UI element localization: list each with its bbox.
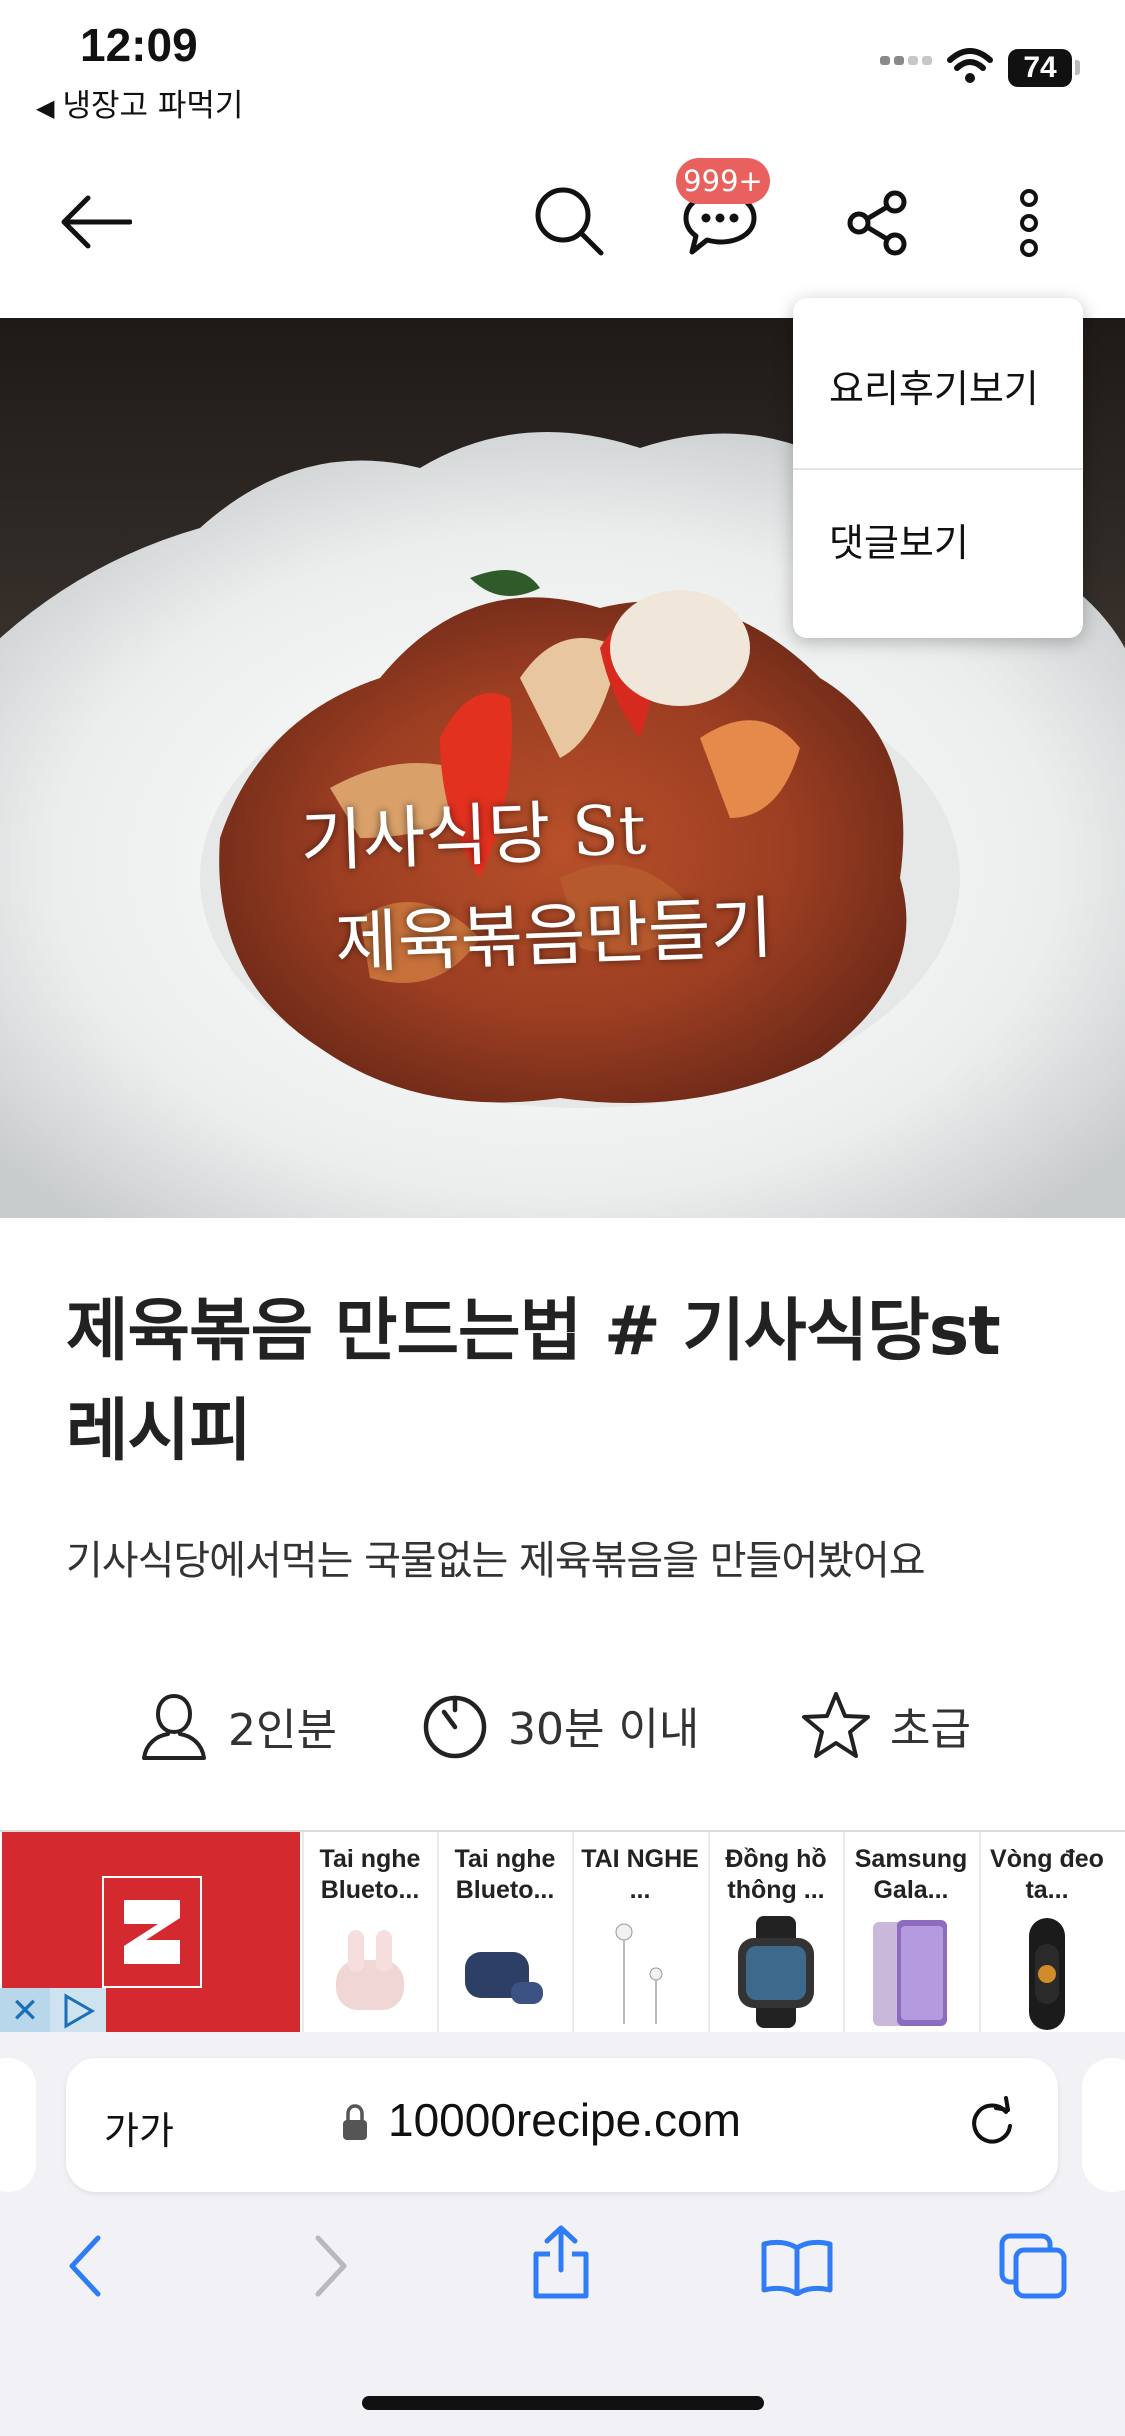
cellular-signal-icon — [880, 56, 932, 65]
ad-product-label: Tai nghe Blueto... — [454, 1845, 556, 1904]
ad-product-4[interactable]: Đồng hồ thông ... — [708, 1832, 842, 2034]
ad-close-icon[interactable]: ✕ — [0, 1988, 50, 2034]
ad-product-5[interactable]: Samsung Gala... — [843, 1832, 977, 2034]
ad-product-3[interactable]: TAI NGHE ... — [572, 1832, 706, 2034]
battery-icon: 74 — [1008, 49, 1072, 87]
menu-item-comments[interactable]: 댓글보기 — [829, 512, 969, 567]
recipe-title: 제육볶음 만드는법 # 기사식당st 레시피 — [66, 1292, 1001, 1471]
ad-product-label: Đồng hồ thông ... — [725, 1845, 827, 1904]
status-time: 12:09 — [80, 19, 198, 71]
battery-cap — [1075, 60, 1080, 75]
share-icon[interactable] — [845, 190, 911, 256]
timer-icon — [423, 1695, 487, 1759]
lock-icon — [343, 2104, 367, 2140]
wired-earphones-image — [615, 1923, 663, 2024]
wifi-icon — [947, 48, 993, 83]
ad-logo-mark — [102, 1876, 202, 1988]
back-to-app-link[interactable]: ◀ 냉장고 파먹기 — [36, 80, 243, 125]
back-arrow-icon[interactable] — [60, 192, 132, 252]
earbuds-pink-image — [336, 1930, 404, 2010]
bookmarks-icon[interactable] — [760, 2238, 834, 2296]
fitness-band-image — [1029, 1918, 1065, 2030]
share-sheet-icon[interactable] — [530, 2224, 592, 2300]
search-icon[interactable] — [533, 185, 605, 257]
tabs-icon[interactable] — [998, 2232, 1070, 2300]
star-icon — [802, 1692, 870, 1758]
ad-product-6[interactable]: Vòng đeo ta... — [979, 1832, 1113, 2034]
overflow-menu: 요리후기보기 댓글보기 — [793, 298, 1083, 638]
back-triangle-icon: ◀ — [36, 94, 55, 122]
ad-product-label: Tai nghe Blueto... — [319, 1845, 421, 1904]
more-vertical-icon[interactable] — [1016, 188, 1042, 258]
ad-banner[interactable]: Tai nghe Blueto... Tai nghe Blueto... TA… — [0, 1830, 1125, 2036]
difficulty-info: 초급 — [800, 1690, 971, 1760]
ad-product-2[interactable]: Tai nghe Blueto... — [437, 1832, 571, 2034]
hero-overlay-line1: 기사식당 St — [298, 790, 648, 883]
url-text[interactable]: 10000recipe.com — [388, 2093, 741, 2147]
browser-forward-icon[interactable] — [310, 2234, 350, 2298]
ad-choices-icon[interactable] — [50, 1988, 106, 2034]
menu-divider — [793, 468, 1083, 470]
back-app-label: 냉장고 파먹기 — [62, 88, 244, 124]
ad-product-label: TAI NGHE ... — [581, 1845, 699, 1904]
reload-icon[interactable] — [966, 2096, 1018, 2148]
servings-label: 2인분 — [228, 1705, 337, 1756]
earbuds-navy-image — [465, 1952, 543, 2004]
ad-product-1[interactable]: Tai nghe Blueto... — [302, 1832, 436, 2034]
ad-product-label: Samsung Gala... — [854, 1845, 968, 1904]
next-tab-peek[interactable] — [1082, 2058, 1125, 2192]
cook-time-label: 30분 이내 — [508, 1704, 700, 1755]
phone-image — [873, 1920, 947, 2026]
cook-time-info: 30분 이내 — [420, 1690, 699, 1760]
text-size-button[interactable]: 가가 — [104, 2100, 174, 2155]
smartwatch-image — [738, 1916, 814, 2028]
difficulty-label: 초급 — [890, 1704, 971, 1755]
servings-info: 2인분 — [138, 1690, 337, 1762]
person-icon — [142, 1693, 206, 1760]
recipe-description: 기사식당에서먹는 국물없는 제육볶음을 만들어봤어요 — [66, 1538, 926, 1584]
previous-tab-peek[interactable] — [0, 2058, 36, 2192]
hero-overlay-line2: 제육볶음만들기 — [333, 889, 775, 984]
ad-product-label: Vòng đeo ta... — [990, 1845, 1104, 1904]
menu-item-reviews[interactable]: 요리후기보기 — [829, 358, 1039, 413]
comment-count-badge: 999+ — [676, 158, 770, 204]
browser-back-icon[interactable] — [66, 2234, 106, 2298]
home-indicator — [362, 2396, 764, 2410]
